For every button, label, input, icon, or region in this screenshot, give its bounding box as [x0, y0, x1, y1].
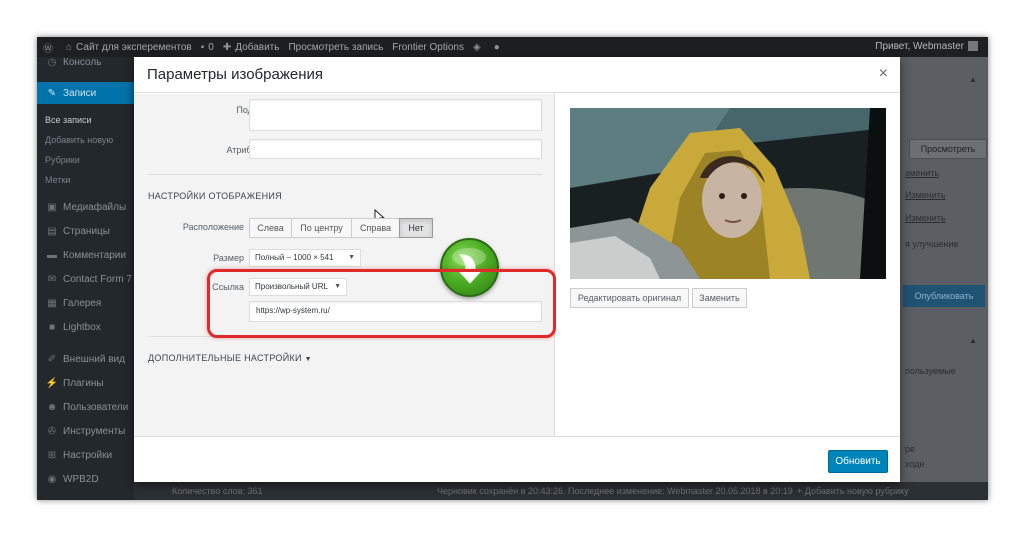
edit-status-link[interactable]: зменить — [905, 168, 939, 178]
caption-textarea[interactable] — [249, 99, 542, 131]
frontier-options-link[interactable]: Frontier Options — [392, 42, 464, 53]
improve-text: я улучшение — [905, 239, 959, 249]
edit-visibility-link[interactable]: Изменить — [905, 190, 946, 200]
display-settings-heading: НАСТРОЙКИ ОТОБРАЖЕНИЯ — [148, 191, 282, 201]
size-select[interactable]: Полный – 1000 × 541 ▼ — [249, 249, 361, 267]
sidebar-item-plugins[interactable]: ⚡ Плагины — [37, 372, 134, 394]
media-icon: ▣ — [47, 201, 57, 213]
update-button[interactable]: Обновить — [828, 450, 888, 473]
align-left-button[interactable]: Слева — [249, 218, 292, 238]
draft-status: Черновик сохранён в 20:43:26. Последнее … — [437, 486, 793, 496]
post-sidebar-dimmed: ▲ Просмотреть зменить Изменить Изменить … — [899, 57, 988, 500]
plus-icon: ✚ — [222, 41, 232, 53]
image-preview-pane: Редактировать оригинал Заменить — [556, 94, 900, 436]
gallery-icon: ▦ — [47, 297, 57, 309]
comment-icon: ▪ — [200, 41, 205, 53]
sidebar-item-comments[interactable]: ▬ Комментарии — [37, 244, 134, 266]
modal-title: Параметры изображения — [147, 66, 323, 83]
chevron-down-icon: ▼ — [348, 254, 355, 261]
add-new-link[interactable]: ✚ Добавить — [223, 42, 280, 53]
wrench-icon: ✇ — [47, 425, 57, 437]
avatar — [968, 41, 978, 52]
align-label: Расположение — [182, 222, 244, 232]
image-settings-pane: Подпись Атрибут alt НАСТРОЙКИ ОТОБРАЖЕНИ… — [134, 94, 555, 436]
edit-original-button[interactable]: Редактировать оригинал — [570, 288, 689, 308]
dashboard-icon: ◷ — [47, 56, 57, 68]
settings-icon: ⊞ — [47, 449, 57, 461]
image-details-modal: Параметры изображения × Подпись Атрибут … — [134, 57, 900, 482]
publish-button[interactable]: Опубликовать — [903, 285, 985, 307]
admin-bar: Ⓦ ⌂ Сайт для эксперементов ▪ 0 ✚ Добавить П… — [37, 37, 988, 57]
advanced-settings-toggle[interactable]: ДОПОЛНИТЕЛЬНЫЕ НАСТРОЙКИ ▼ — [148, 353, 312, 363]
sidebar-item-appearance[interactable]: ✐ Внешний вид — [37, 348, 134, 370]
category-fragment: ходе — [905, 459, 925, 469]
submenu-categories[interactable]: Рубрики — [45, 155, 80, 165]
size-label: Размер — [213, 253, 244, 263]
submenu-all-posts[interactable]: Все записи — [45, 115, 92, 125]
divider — [148, 174, 542, 175]
submenu-add-new[interactable]: Добавить новую — [45, 135, 113, 145]
word-count: Количество слов: 361 — [172, 486, 263, 496]
alt-text-input[interactable] — [249, 139, 542, 159]
modal-header: Параметры изображения × — [134, 57, 900, 93]
collapse-arrow-icon[interactable]: ▲ — [969, 75, 977, 84]
collapse-arrow-icon[interactable]: ▲ — [969, 336, 977, 345]
lightbox-icon: ■ — [48, 321, 56, 333]
sidebar-item-media[interactable]: ▣ Медиафайлы — [37, 196, 134, 218]
add-category-link[interactable]: + Добавить новую рубрику — [797, 486, 909, 496]
admin-sidebar: ◷ Консоль ✎ Записи Все записи Добавить нов… — [37, 57, 134, 500]
pages-icon: ▤ — [47, 225, 57, 237]
align-right-button[interactable]: Справа — [351, 218, 400, 238]
sidebar-item-pages[interactable]: ▤ Страницы — [37, 220, 134, 242]
users-icon: ☻ — [46, 401, 58, 413]
sidebar-item-tools[interactable]: ✇ Инструменты — [37, 420, 134, 442]
submenu-tags[interactable]: Метки — [45, 175, 70, 185]
edit-date-link[interactable]: Изменить — [905, 213, 946, 223]
modal-footer: Обновить — [134, 436, 900, 482]
sidebar-item-contact-form[interactable]: ✉ Contact Form 7 — [37, 268, 134, 290]
pin-icon: ✎ — [47, 87, 57, 99]
brush-icon: ✐ — [47, 353, 57, 365]
sidebar-item-gallery[interactable]: ▦ Галерея — [37, 292, 134, 314]
align-none-button[interactable]: Нет — [399, 218, 433, 238]
align-center-button[interactable]: По центру — [291, 218, 352, 238]
replace-button[interactable]: Заменить — [692, 288, 747, 308]
editor-status-bar: Количество слов: 361 Черновик сохранён в… — [134, 482, 988, 500]
preview-button[interactable]: Просмотреть — [909, 139, 987, 159]
highlight-annotation — [207, 269, 556, 338]
sidebar-item-dashboard[interactable]: ◷ Консоль — [37, 51, 134, 73]
plugin-icon: ⚡ — [45, 377, 59, 389]
sidebar-item-wpb2d[interactable]: ◉ WPB2D — [37, 468, 134, 490]
triangle-down-icon: ▼ — [304, 356, 312, 363]
wpb2d-icon: ◉ — [47, 473, 57, 485]
image-preview — [570, 108, 886, 279]
shield-icon[interactable]: ◈ — [473, 42, 485, 53]
close-icon[interactable]: × — [879, 65, 888, 83]
category-fragment: ре — [905, 444, 916, 454]
sidebar-item-users[interactable]: ☻ Пользователи — [37, 396, 134, 418]
status-dot-icon: ● — [493, 41, 500, 53]
sidebar-item-posts[interactable]: ✎ Записи — [37, 82, 134, 104]
sidebar-item-settings[interactable]: ⊞ Настройки — [37, 444, 134, 466]
user-greeting[interactable]: Привет, Webmaster — [875, 41, 978, 52]
mail-icon: ✉ — [47, 273, 57, 285]
sidebar-item-lightbox[interactable]: ■ Lightbox — [37, 316, 134, 338]
view-post-link[interactable]: Просмотреть запись — [288, 42, 383, 53]
comments-link[interactable]: ▪ 0 — [201, 42, 214, 53]
most-used-tab[interactable]: пользуемые — [905, 366, 956, 376]
comments-icon: ▬ — [47, 249, 57, 261]
